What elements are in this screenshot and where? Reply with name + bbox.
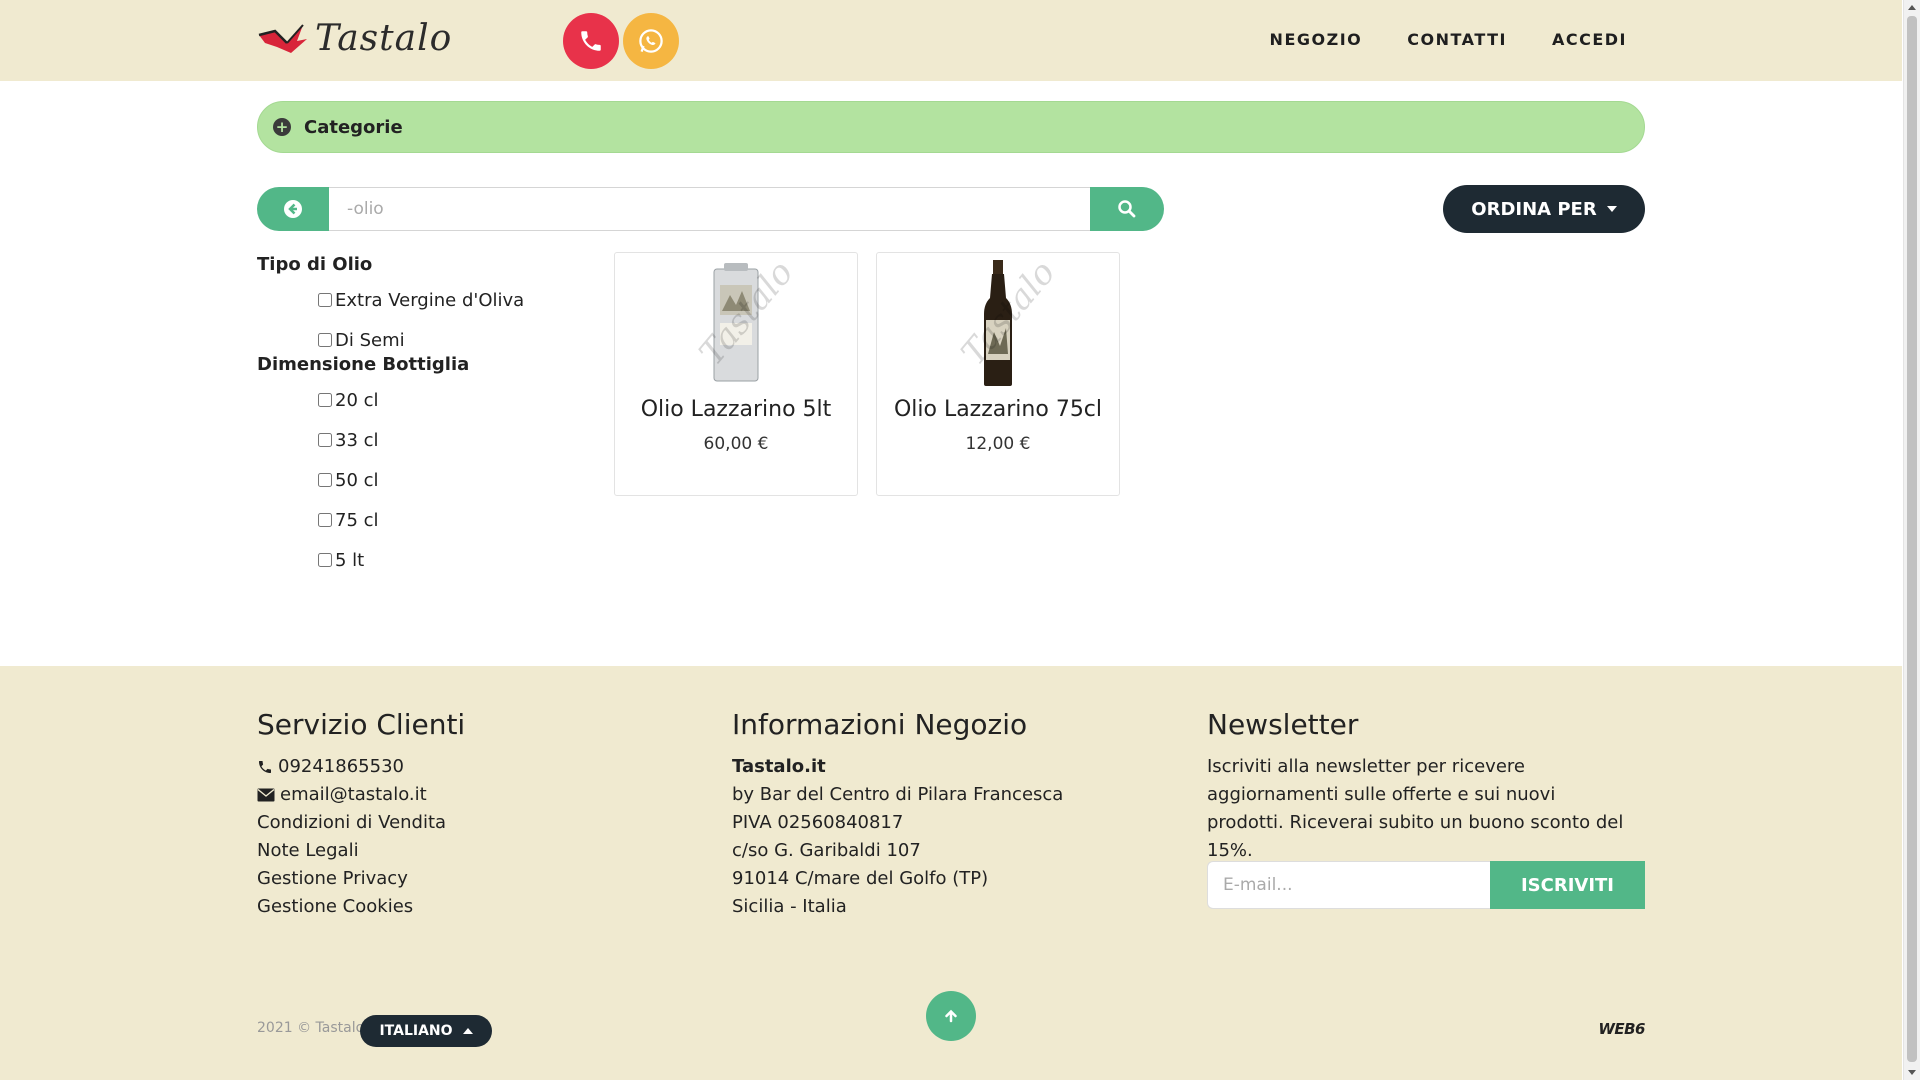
filter-option-label: 5 lt: [335, 549, 365, 571]
newsletter-form: ISCRIVITI: [1207, 861, 1645, 909]
search-button[interactable]: [1090, 187, 1164, 231]
nav-negozio[interactable]: NEGOZIO: [1270, 30, 1363, 49]
search-input[interactable]: [329, 187, 1090, 231]
footer-link-privacy[interactable]: Gestione Privacy: [257, 865, 465, 893]
filter-option[interactable]: 75 cl: [318, 500, 587, 540]
newsletter-email-input[interactable]: [1207, 861, 1490, 909]
language-dropdown[interactable]: ITALIANO: [360, 1015, 492, 1047]
footer-newsletter: Newsletter Iscriviti alla newsletter per…: [1207, 708, 1627, 865]
filter-checkbox[interactable]: [318, 473, 332, 487]
filter-option[interactable]: 5 lt: [318, 540, 587, 580]
footer-info-line: PIVA 02560840817: [732, 812, 904, 833]
whatsapp-button[interactable]: [623, 13, 679, 69]
footer-service-title: Servizio Clienti: [257, 708, 466, 741]
product-name: Olio Lazzarino 5lt: [640, 397, 832, 422]
filter-option-label: 50 cl: [335, 469, 379, 491]
product-image: Tastalo: [877, 253, 1119, 393]
categories-toggle[interactable]: + Categorie: [257, 101, 1645, 153]
phone-icon: [581, 31, 601, 51]
nav-accedi[interactable]: ACCEDI: [1552, 30, 1627, 49]
filter-option-label: 75 cl: [335, 509, 379, 531]
subscribe-button[interactable]: ISCRIVITI: [1490, 861, 1645, 909]
footer-link-condizioni[interactable]: Condizioni di Vendita: [257, 809, 465, 837]
filter-option-label: 20 cl: [335, 389, 379, 411]
nav-contatti[interactable]: CONTATTI: [1407, 30, 1507, 49]
footer-service: Servizio Clienti 09241865530 email@tasta…: [257, 708, 465, 921]
sort-label: ORDINA PER: [1471, 198, 1597, 220]
filter-title-tipo: Tipo di Olio: [257, 254, 373, 275]
footer-info-title: Informazioni Negozio: [732, 708, 1028, 741]
footer-email[interactable]: email@tastalo.it: [257, 781, 465, 809]
logo-text: Tastalo: [315, 18, 453, 59]
newsletter-text: Iscriviti alla newsletter per ricevere a…: [1207, 756, 1624, 861]
filter-checkbox[interactable]: [318, 513, 332, 527]
footer-info-line: Sicilia - Italia: [732, 896, 847, 917]
footer-link-note-legali[interactable]: Note Legali: [257, 837, 465, 865]
filters-panel: Tipo di Olio Extra Vergine d'Oliva Di Se…: [257, 254, 587, 580]
phone-button[interactable]: [563, 13, 619, 69]
product-card[interactable]: Tastalo Olio Lazzarino 75cl 12,00 €: [876, 252, 1120, 496]
plus-circle-icon: +: [273, 118, 291, 136]
product-image: Tastalo: [615, 253, 857, 393]
filter-title-dimensione: Dimensione Bottiglia: [257, 354, 470, 375]
footer-info-line: Tastalo.it: [732, 756, 826, 777]
search-icon: [1118, 200, 1136, 218]
phone-icon: [259, 761, 271, 773]
page-scrollbar[interactable]: [1903, 0, 1920, 1080]
filter-checkbox[interactable]: [318, 293, 332, 307]
credit-logo[interactable]: WEB6: [1598, 1020, 1645, 1038]
footer-phone[interactable]: 09241865530: [257, 753, 465, 781]
filter-checkbox[interactable]: [318, 333, 332, 347]
main-nav: NEGOZIO CONTATTI ACCEDI: [1270, 30, 1627, 49]
scroll-up-arrow-icon[interactable]: [1908, 5, 1916, 10]
language-label: ITALIANO: [379, 1023, 453, 1039]
product-price: 60,00 €: [703, 434, 769, 454]
arrow-left-circle-icon: [284, 200, 302, 218]
caret-up-icon: [462, 1028, 473, 1034]
product-name: Olio Lazzarino 75cl: [893, 397, 1103, 422]
filter-option-label: 33 cl: [335, 429, 379, 451]
scroll-down-arrow-icon[interactable]: [1908, 1070, 1916, 1075]
search-bar: [257, 187, 1164, 231]
filter-option-label: Extra Vergine d'Oliva: [335, 289, 525, 311]
site-header: Tastalo NEGOZIO CONTATTI ACCEDI: [0, 0, 1902, 81]
logo[interactable]: Tastalo: [257, 18, 452, 59]
footer-info-line: c/so G. Garibaldi 107: [732, 840, 921, 861]
footer-info-line: by Bar del Centro di Pilara Francesca: [732, 784, 1064, 805]
filter-option-label: Di Semi: [335, 329, 405, 351]
scroll-top-button[interactable]: [926, 991, 976, 1041]
filter-checkbox[interactable]: [318, 393, 332, 407]
arrow-up-icon: [945, 1009, 957, 1023]
product-card[interactable]: Tastalo Olio Lazzarino 5lt 60,00 €: [614, 252, 858, 496]
back-button[interactable]: [257, 187, 329, 231]
filter-option[interactable]: 33 cl: [318, 420, 587, 460]
footer-link-cookies[interactable]: Gestione Cookies: [257, 893, 465, 921]
caret-down-icon: [1606, 206, 1617, 212]
filter-option[interactable]: Extra Vergine d'Oliva: [318, 280, 587, 320]
filter-checkbox[interactable]: [318, 433, 332, 447]
logo-icon: [258, 23, 307, 53]
footer-info-line: 91014 C/mare del Golfo (TP): [732, 868, 989, 889]
footer-info: Informazioni Negozio Tastalo.it by Bar d…: [732, 708, 1063, 921]
footer-phone-text: 09241865530: [278, 756, 404, 777]
envelope-icon: [257, 788, 275, 802]
footer-email-text: email@tastalo.it: [280, 784, 427, 805]
whatsapp-icon: [639, 29, 663, 53]
filter-option[interactable]: 50 cl: [318, 460, 587, 500]
scrollbar-thumb[interactable]: [1907, 16, 1917, 1062]
sort-dropdown[interactable]: ORDINA PER: [1443, 185, 1645, 233]
product-price: 12,00 €: [965, 434, 1031, 454]
categories-label: Categorie: [304, 116, 403, 138]
filter-checkbox[interactable]: [318, 553, 332, 567]
filter-option[interactable]: 20 cl: [318, 380, 587, 420]
footer-newsletter-title: Newsletter: [1207, 708, 1359, 741]
